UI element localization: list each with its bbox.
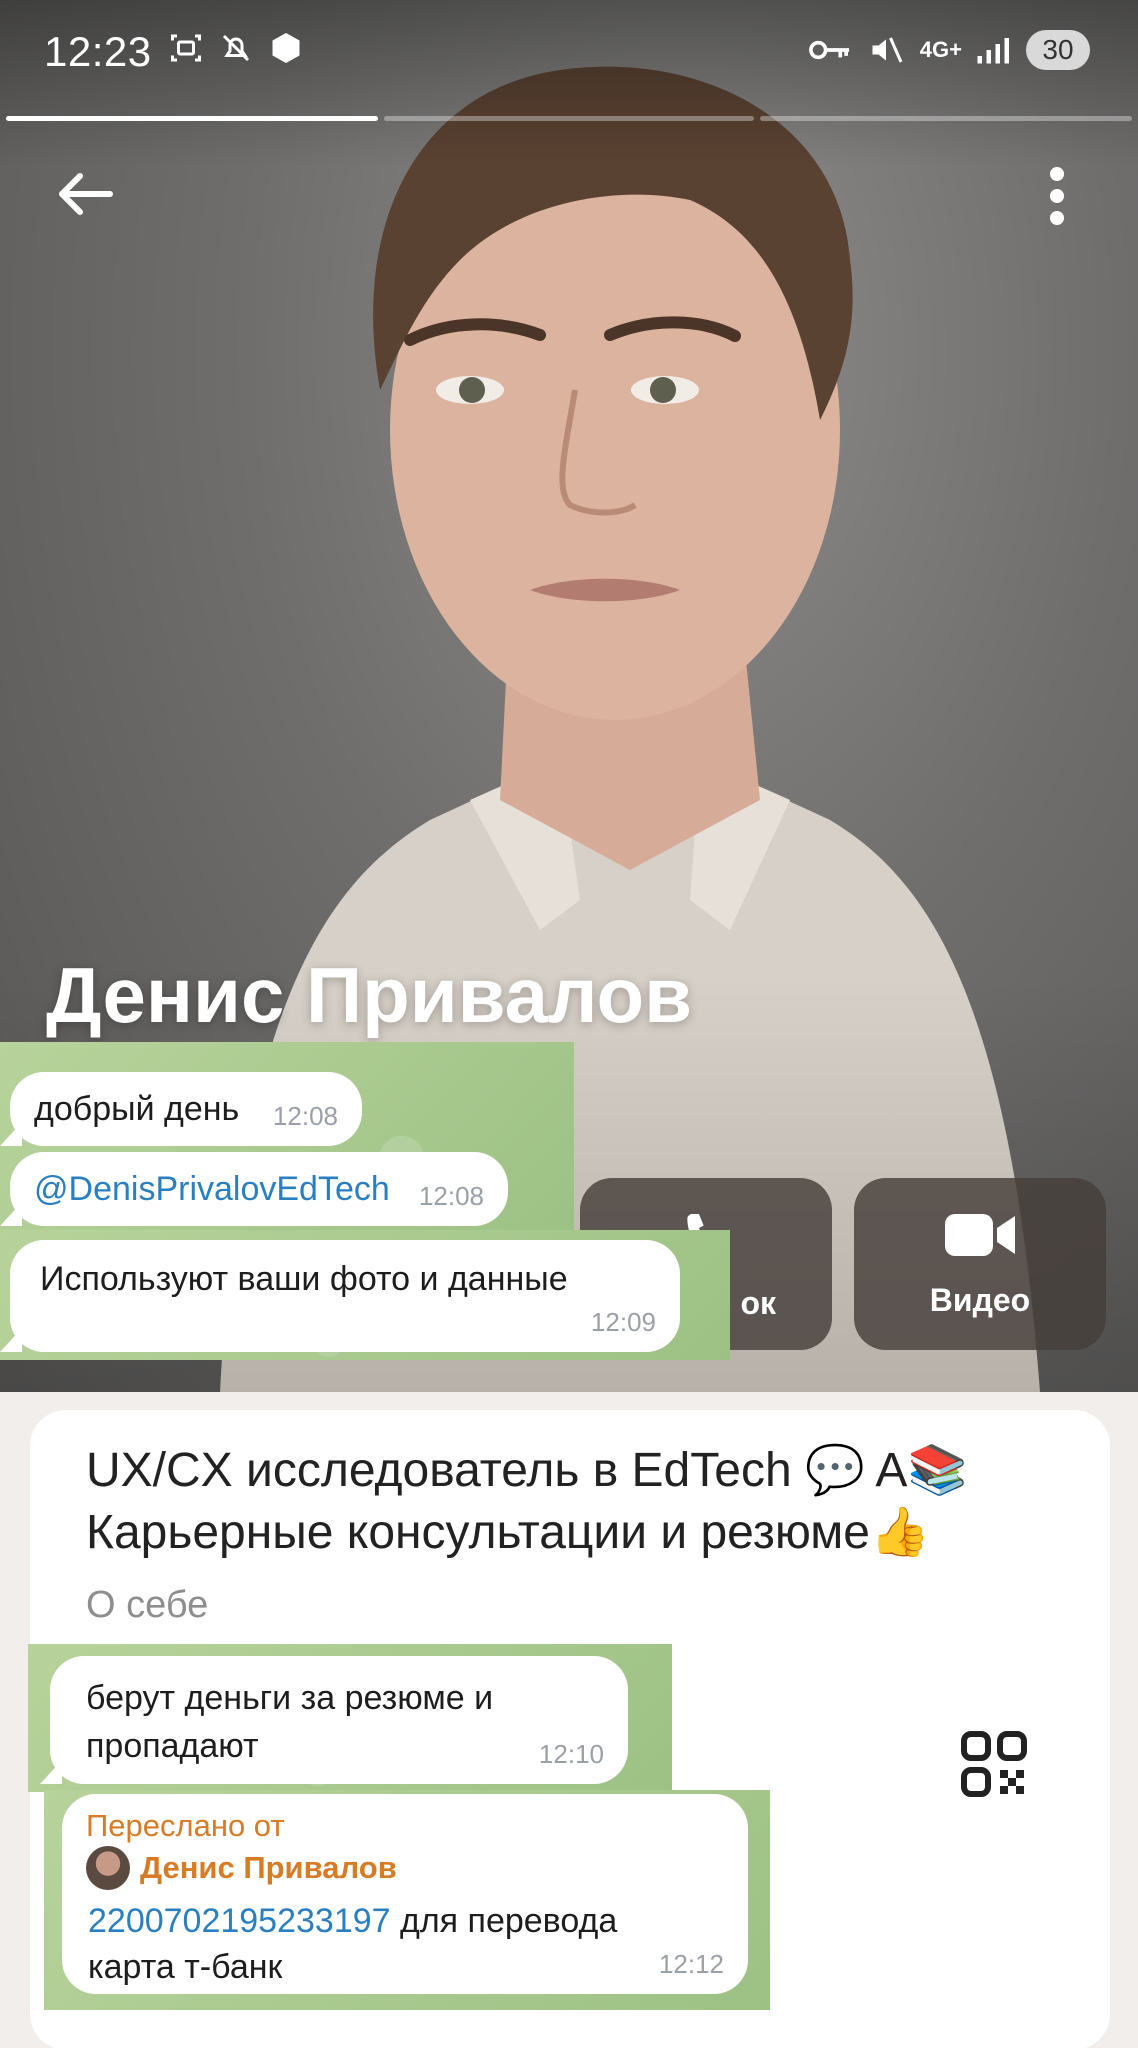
qr-code-button[interactable] (960, 1730, 1028, 1803)
signal-icon (977, 38, 1009, 64)
more-vert-icon (1050, 167, 1064, 225)
message-text-after: для перевода (390, 1902, 618, 1940)
video-icon (945, 1213, 1015, 1256)
back-button[interactable] (44, 160, 124, 228)
message-line: карта т-банк (88, 1948, 283, 1986)
back-arrow-icon (59, 173, 113, 215)
network-type: 4G+ (919, 37, 962, 62)
bio-line-2: Карьерные консультации и резюме👍 (86, 1506, 930, 1559)
message-bubble: берут деньги за резюме и пропадают 12:10 (50, 1656, 628, 1784)
message-text: 2200702195233197 для перевода карта т-ба… (88, 1898, 617, 1990)
screenshot-icon (171, 34, 201, 62)
cube-icon (272, 33, 300, 63)
status-time: 12:23 (44, 28, 152, 75)
message-time: 12:08 (272, 1101, 338, 1131)
video-label: Видео (929, 1281, 1031, 1318)
message-time: 12:09 (590, 1307, 656, 1337)
message-bubble: добрый день 12:08 (10, 1072, 362, 1146)
battery-indicator: 30 (1026, 30, 1090, 70)
video-button[interactable]: Видео (854, 1178, 1106, 1350)
message-text: Используют ваши фото и данные (40, 1260, 568, 1298)
bio-line-1: UX/CX исследователь в EdTech 💬 A📚 (86, 1444, 968, 1497)
message-time: 12:10 (538, 1739, 604, 1769)
message-time: 12:12 (658, 1949, 724, 1979)
profile-name: Денис Привалов (46, 951, 693, 1039)
notifications-off-icon (222, 34, 250, 62)
key-icon (808, 40, 849, 60)
bio-caption: О себе (86, 1584, 209, 1626)
message-line: пропадают (86, 1727, 259, 1765)
forwarded-message-bubble: Переслано от Денис Привалов 220070219523… (62, 1794, 748, 1994)
call-label: ок (740, 1284, 776, 1321)
message-text: берут деньги за резюме и пропадают (86, 1674, 493, 1770)
message-bubble: @DenisPrivalovEdTech 12:08 (10, 1152, 508, 1226)
avatar (86, 1846, 130, 1890)
status-bar: 12:23 4G+ 30 (0, 0, 1138, 104)
message-text: добрый день (34, 1090, 240, 1128)
forwarded-from-label: Переслано от (86, 1808, 285, 1843)
message-time: 12:08 (418, 1181, 484, 1211)
forwarded-sender[interactable]: Денис Привалов (86, 1846, 397, 1890)
message-bubble: Используют ваши фото и данные 12:09 (10, 1240, 680, 1352)
story-progress-segment (6, 116, 378, 121)
more-options-button[interactable] (1030, 160, 1084, 232)
message-line: берут деньги за резюме и (86, 1679, 494, 1717)
forwarded-sender-name: Денис Привалов (140, 1850, 397, 1885)
card-number[interactable]: 2200702195233197 (88, 1902, 391, 1940)
username-link[interactable]: @DenisPrivalovEdTech (34, 1170, 390, 1209)
qr-code-icon (961, 1731, 1027, 1797)
profile-bio: UX/CX исследователь в EdTech 💬 A📚 Карьер… (86, 1440, 1066, 1564)
mute-icon (872, 37, 903, 63)
story-progress-segment (384, 116, 754, 121)
story-progress-segment (760, 116, 1132, 121)
